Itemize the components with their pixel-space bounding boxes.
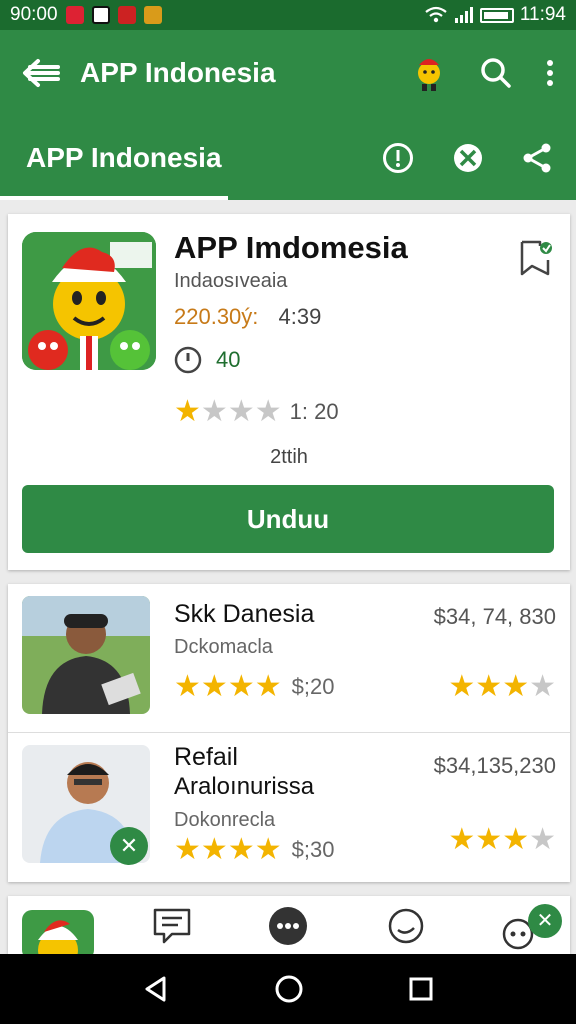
list-item[interactable]: Skk Danesia Dckomacla $34, 74, 830 ★★★★ … xyxy=(8,584,570,732)
list-item-subtitle: Dckomacla xyxy=(174,636,273,658)
rating-text: 1: 20 xyxy=(289,399,339,424)
list-item-price: $34,135,230 xyxy=(433,753,556,778)
search-icon[interactable] xyxy=(480,57,512,89)
rating-stars: ★★★★ xyxy=(174,397,282,427)
home-icon[interactable] xyxy=(274,974,304,1004)
wifi-icon xyxy=(425,6,447,23)
person-photo xyxy=(22,596,150,714)
app-detail-card: APP Imdomesia Indaosıveaia 220.30ý: 4:39… xyxy=(8,214,570,570)
list-item-name: Refail xyxy=(174,743,238,771)
list-item-price: $34, 74, 830 xyxy=(433,604,556,629)
status-time-right: 11:94 xyxy=(519,4,566,25)
star-empty-icon: ★ xyxy=(529,670,556,703)
system-nav-bar xyxy=(0,954,576,1024)
rating-stars: ★★★★ xyxy=(174,672,282,702)
list-item-rating: ★★★★ $;30 xyxy=(174,835,334,865)
notification-icon xyxy=(143,6,162,24)
star-empty-icon: ★ xyxy=(227,395,255,428)
star-empty-icon: ★ xyxy=(254,395,282,428)
star-filled-icon: ★ xyxy=(475,823,503,856)
battery-icon xyxy=(479,7,514,23)
star-filled-icon: ★ xyxy=(502,670,530,703)
rating-text: $;30 xyxy=(291,837,335,862)
rating-stars: ★★★★ xyxy=(448,672,556,702)
notification-icon xyxy=(91,6,110,24)
close-icon[interactable]: ✕ xyxy=(528,904,562,938)
list-item-name-2: Araloınurissa xyxy=(174,773,315,800)
toolbar-title: APP Indonesia xyxy=(80,57,276,88)
star-filled-icon: ★ xyxy=(254,833,282,866)
bookmark-icon[interactable] xyxy=(518,238,556,278)
app-size: 2ttih xyxy=(270,446,308,468)
app-rating: ★★★★ 1: 20 xyxy=(174,397,339,427)
download-button[interactable]: Unduu xyxy=(22,485,554,553)
star-filled-icon: ★ xyxy=(174,395,201,428)
toolbar: APP Indonesia xyxy=(0,30,576,116)
list-item-rating-right: ★★★★ xyxy=(448,672,556,702)
tab-title[interactable]: APP Indonesia xyxy=(26,142,222,174)
app-logo xyxy=(22,232,156,370)
status-bar: 90:00 11:94 xyxy=(0,0,576,30)
app-meta: 220.30ý: 4:39 xyxy=(174,304,321,330)
star-filled-icon: ★ xyxy=(502,823,530,856)
status-time-left: 90:00 xyxy=(10,4,58,25)
share-icon[interactable] xyxy=(522,142,552,174)
emoji-icon[interactable] xyxy=(386,906,426,946)
tab-header: APP Indonesia xyxy=(0,116,576,200)
list-item-subtitle: Dokonrecla xyxy=(174,809,276,831)
app-list-card: Skk Danesia Dckomacla $34, 74, 830 ★★★★ … xyxy=(8,584,570,882)
star-filled-icon: ★ xyxy=(254,670,282,703)
rating-stars: ★★★★ xyxy=(448,825,556,855)
back-arrow-icon[interactable] xyxy=(22,58,60,88)
close-icon[interactable]: ✕ xyxy=(110,827,148,865)
cancel-icon[interactable] xyxy=(452,142,484,174)
clock-icon xyxy=(174,346,202,374)
message-icon[interactable] xyxy=(152,906,192,946)
info-icon[interactable] xyxy=(382,142,414,174)
rating-stars: ★★★★ xyxy=(174,835,282,865)
app-logo-small[interactable] xyxy=(22,910,94,954)
rating-text: $;20 xyxy=(291,674,335,699)
app-time: 4:39 xyxy=(278,304,322,329)
star-filled-icon: ★ xyxy=(174,670,201,703)
star-filled-icon: ★ xyxy=(448,670,476,703)
notification-icon xyxy=(117,6,136,24)
star-empty-icon: ★ xyxy=(200,395,228,428)
star-filled-icon: ★ xyxy=(475,670,503,703)
star-filled-icon: ★ xyxy=(227,670,255,703)
list-item-rating: ★★★★ $;20 xyxy=(174,672,334,702)
star-filled-icon: ★ xyxy=(200,833,228,866)
tab-indicator xyxy=(0,196,228,200)
list-item-photo xyxy=(22,596,150,714)
mascot-icon[interactable] xyxy=(412,53,446,93)
back-icon[interactable] xyxy=(142,975,170,1003)
star-filled-icon: ★ xyxy=(448,823,476,856)
app-developer[interactable]: Indaosıveaia xyxy=(174,270,287,293)
list-item[interactable]: ✕ Refail Araloınurissa Dokonrecla $34,13… xyxy=(8,732,570,880)
star-filled-icon: ★ xyxy=(200,670,228,703)
list-item-name: Skk Danesia xyxy=(174,600,315,628)
list-item-rating-right: ★★★★ xyxy=(448,825,556,855)
recents-icon[interactable] xyxy=(408,976,434,1002)
app-logo-image xyxy=(22,232,156,370)
signal-icon xyxy=(454,7,473,23)
bottom-shortcuts-card: ✕ xyxy=(8,896,570,954)
app-date: 220.30ý: xyxy=(174,304,259,329)
more-vert-icon[interactable] xyxy=(546,59,554,87)
star-filled-icon: ★ xyxy=(227,833,255,866)
notification-icon xyxy=(65,6,84,24)
star-filled-icon: ★ xyxy=(174,833,201,866)
app-clock-row: 40 xyxy=(174,346,240,374)
chat-icon[interactable] xyxy=(266,906,310,950)
clock-value: 40 xyxy=(216,347,241,372)
app-name: APP Imdomesia xyxy=(174,230,408,265)
star-empty-icon: ★ xyxy=(529,823,556,856)
